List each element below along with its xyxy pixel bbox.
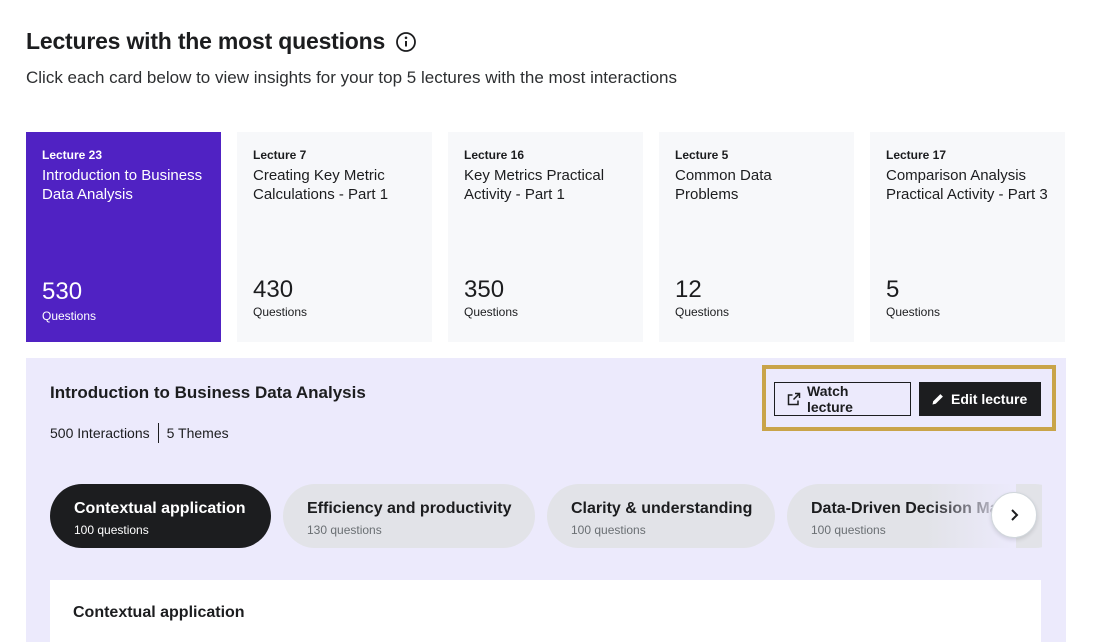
card-lecture-number: Lecture 7 bbox=[253, 148, 307, 162]
card-question-count: 430 bbox=[253, 276, 294, 303]
theme-detail-card: Contextual application bbox=[50, 580, 1041, 642]
card-question-count: 12 bbox=[675, 276, 702, 303]
card-lecture-number: Lecture 17 bbox=[886, 148, 947, 162]
edit-lecture-label: Edit lecture bbox=[951, 391, 1028, 407]
card-count-label: Questions bbox=[464, 305, 519, 319]
section-header: Lectures with the most questions Click e… bbox=[26, 28, 677, 88]
page-title: Lectures with the most questions bbox=[26, 28, 386, 54]
chevron-right-icon bbox=[1011, 509, 1019, 521]
watch-lecture-label: Watch lecture bbox=[807, 383, 853, 415]
card-count-label: Questions bbox=[253, 305, 308, 319]
theme-pill[interactable]: Contextual application 100 questions bbox=[50, 484, 271, 548]
lecture-card[interactable]: Lecture 16 Key Metrics Practical Activit… bbox=[448, 132, 643, 342]
card-lecture-name: Introduction to Business Data Analysis bbox=[42, 167, 203, 203]
next-themes-button[interactable] bbox=[991, 492, 1037, 538]
panel-meta: 500 Interactions 5 Themes bbox=[50, 423, 229, 443]
theme-name: Clarity & understanding bbox=[571, 500, 753, 517]
card-lecture-number: Lecture 16 bbox=[464, 148, 525, 162]
card-lecture-name: Creating Key Metric Calculations - Part … bbox=[253, 167, 389, 203]
card-lecture-number: Lecture 23 bbox=[42, 148, 103, 162]
meta-divider bbox=[157, 423, 159, 443]
card-lecture-number: Lecture 5 bbox=[675, 148, 729, 162]
theme-question-count: 100 questions bbox=[571, 523, 646, 537]
card-question-count: 5 bbox=[886, 276, 900, 303]
theme-pill[interactable]: Clarity & understanding 100 questions bbox=[547, 484, 775, 548]
card-question-count: 350 bbox=[464, 276, 505, 303]
panel-title: Introduction to Business Data Analysis bbox=[50, 383, 366, 402]
page-subtitle: Click each card below to view insights f… bbox=[26, 68, 678, 87]
lecture-card[interactable]: Lecture 17 Comparison Analysis Practical… bbox=[870, 132, 1065, 342]
themes-count: 5 Themes bbox=[166, 425, 229, 441]
card-count-label: Questions bbox=[42, 309, 97, 323]
lecture-card[interactable]: Lecture 23 Introduction to Business Data… bbox=[26, 132, 221, 342]
theme-detail-title: Contextual application bbox=[73, 604, 245, 621]
lecture-card[interactable]: Lecture 7 Creating Key Metric Calculatio… bbox=[237, 132, 432, 342]
card-lecture-name: Key Metrics Practical Activity - Part 1 bbox=[464, 167, 605, 203]
edit-lecture-button[interactable]: Edit lecture bbox=[919, 382, 1041, 416]
theme-name: Contextual application bbox=[74, 500, 246, 517]
info-icon[interactable] bbox=[395, 31, 417, 53]
theme-pills: Contextual application 100 questions Eff… bbox=[50, 484, 1042, 548]
lecture-cards: Lecture 23 Introduction to Business Data… bbox=[26, 132, 1066, 342]
title-row: Lectures with the most questions bbox=[26, 28, 677, 55]
lecture-insights-panel: Introduction to Business Data Analysis 5… bbox=[26, 358, 1066, 642]
card-question-count: 530 bbox=[42, 278, 83, 305]
theme-pill[interactable]: Efficiency and productivity 130 question… bbox=[283, 484, 535, 548]
watch-lecture-button[interactable]: Watch lecture bbox=[774, 382, 911, 416]
card-lecture-name: Common Data Problems bbox=[675, 167, 772, 203]
card-count-label: Questions bbox=[675, 305, 730, 319]
card-lecture-name: Comparison Analysis Practical Activity -… bbox=[886, 167, 1048, 203]
interactions-count: 500 Interactions bbox=[50, 425, 150, 441]
theme-question-count: 130 questions bbox=[307, 523, 382, 537]
pencil-icon bbox=[932, 394, 943, 405]
theme-question-count: 100 questions bbox=[74, 523, 149, 537]
card-count-label: Questions bbox=[886, 305, 941, 319]
external-link-icon bbox=[787, 392, 801, 406]
theme-name: Efficiency and productivity bbox=[307, 500, 512, 517]
lecture-card[interactable]: Lecture 5 Common Data Problems 12 Questi… bbox=[659, 132, 854, 342]
